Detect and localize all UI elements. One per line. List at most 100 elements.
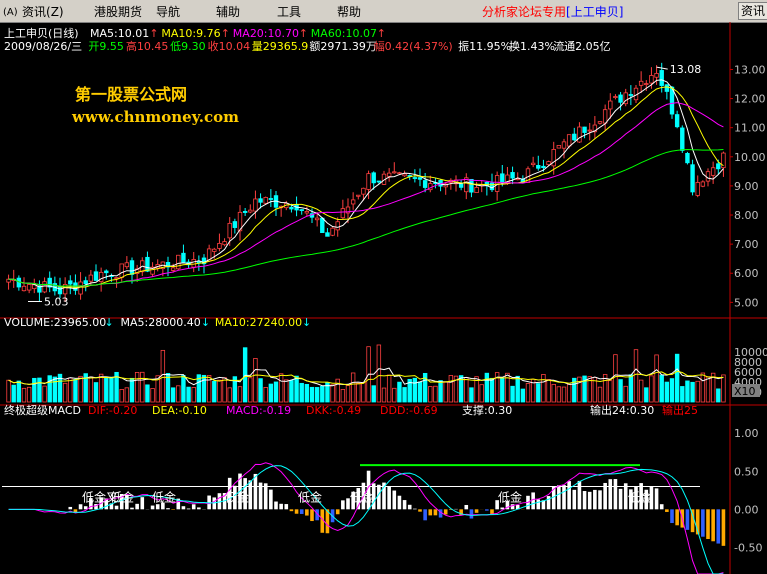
candle-body: [119, 263, 124, 278]
volume-bar: [248, 377, 253, 403]
volume-bar: [649, 375, 654, 403]
volume-bar: [93, 382, 99, 403]
volume-bar: [397, 381, 402, 403]
app-icon[interactable]: (A): [2, 3, 18, 18]
candle-body: [350, 199, 356, 205]
macd-histogram-bar: [701, 509, 705, 537]
candle-body: [638, 80, 644, 86]
macd-histogram-bar: [279, 503, 283, 510]
volume-bar: [150, 388, 155, 403]
info-button[interactable]: 资讯: [738, 2, 767, 20]
candle-body: [546, 161, 551, 166]
macd-label: 支撑:0.30: [462, 403, 512, 417]
macd-histogram-bar: [114, 505, 119, 510]
macd-histogram-bar: [706, 509, 710, 539]
volume-bar: [613, 354, 618, 403]
macd-histogram-bar: [716, 509, 721, 544]
macd-histogram-bar: [613, 479, 618, 510]
candle-body: [664, 84, 670, 92]
cross-marker-label: 低金: [350, 490, 374, 505]
macd-histogram-bar: [562, 485, 566, 510]
arrow-icon: ↑: [377, 27, 386, 40]
menu-item-tools[interactable]: 工具: [277, 3, 301, 20]
candle-body: [695, 182, 700, 196]
price-tick-label: 13.00: [734, 63, 766, 76]
price-tick-label: 8.00: [734, 209, 759, 222]
candle-body: [335, 221, 340, 231]
price-tick-label: 12.00: [734, 93, 766, 106]
volume-bar: [68, 377, 73, 403]
candle-body: [263, 197, 268, 204]
candle-body: [304, 211, 310, 214]
candle-body: [680, 127, 685, 151]
candle-body: [587, 129, 592, 132]
arrow-icon: ↑: [149, 27, 158, 40]
candle-body: [232, 221, 238, 228]
volume-bar: [350, 372, 356, 403]
candle-body: [83, 280, 88, 285]
volume-bar: [258, 378, 263, 403]
macd-label: DEA:-0.10: [152, 404, 207, 417]
menu-item-info[interactable]: 资讯(Z): [22, 3, 64, 20]
macd-histogram-bar: [587, 491, 592, 510]
candle-body: [685, 152, 690, 164]
volume-bar: [289, 380, 294, 403]
volume-bar: [294, 375, 299, 403]
candle-body: [422, 180, 428, 188]
menu-item-assist[interactable]: 辅助: [216, 3, 240, 20]
volume-bar: [217, 379, 222, 403]
volume-bar: [124, 387, 130, 403]
volume-bar: [62, 382, 68, 403]
volume-bar: [222, 377, 227, 403]
macd-histogram-bar: [155, 504, 160, 510]
watermark-url: www.chnmoney.com: [72, 108, 239, 126]
cross-marker-label: 低金: [498, 490, 522, 505]
volume-bar: [320, 385, 325, 403]
candle-body: [597, 121, 603, 124]
candle-body: [530, 162, 536, 166]
volume-bar: [577, 376, 582, 403]
macd-histogram-bar: [418, 509, 422, 512]
volume-bar: [700, 372, 706, 403]
macd-histogram-bar: [299, 509, 304, 514]
candle-body: [572, 133, 577, 141]
cross-marker-label: 低金: [628, 490, 652, 505]
info-value: 换1.43%: [509, 39, 555, 53]
volume-bar: [314, 387, 320, 403]
menu-item-help[interactable]: 帮助: [337, 3, 361, 20]
macd-histogram-bar: [623, 483, 628, 510]
candle-body: [705, 171, 711, 182]
macd-histogram-bar: [654, 488, 659, 510]
volume-bar: [664, 381, 670, 403]
volume-bar: [237, 386, 243, 403]
candle-body: [613, 96, 618, 99]
candle-body: [376, 180, 382, 183]
volume-bar: [145, 384, 150, 403]
volume-bar: [73, 379, 78, 403]
volume-bar: [638, 379, 644, 403]
volume-bar: [78, 375, 83, 403]
volume-bar: [392, 387, 397, 403]
volume-bar: [417, 381, 423, 403]
ma-label: MA60:10.07: [311, 27, 377, 40]
volume-bar: [11, 384, 16, 403]
macd-histogram-bar: [567, 481, 571, 510]
macd-histogram-bar: [397, 495, 402, 510]
macd-histogram-bar: [197, 507, 201, 510]
macd-histogram-bar: [310, 509, 314, 522]
price-tick-label: 9.00: [734, 180, 759, 193]
macd-histogram-bar: [269, 489, 273, 510]
menu-item-navigate[interactable]: 导航: [156, 3, 180, 20]
candle-body: [469, 178, 474, 193]
macd-histogram-bar: [341, 500, 345, 510]
high-annotation: 13.08: [670, 63, 702, 76]
menu-item-hk-futures[interactable]: 港股期货: [94, 3, 142, 20]
volume-bar: [98, 373, 104, 403]
volume-bar: [201, 374, 207, 403]
volume-bar: [345, 385, 351, 403]
macd-histogram-bar: [443, 509, 448, 515]
macd-histogram-bar: [536, 499, 541, 510]
macd-histogram-bar: [721, 509, 726, 546]
volume-bar: [119, 389, 124, 403]
volume-bar: [484, 372, 490, 403]
